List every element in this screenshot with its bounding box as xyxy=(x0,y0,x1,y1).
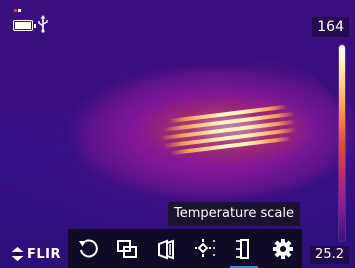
recording-indicator-icon xyxy=(14,9,21,12)
color-palette-button[interactable] xyxy=(150,233,182,265)
picture-in-picture-button[interactable] xyxy=(111,233,143,265)
temperature-min-label[interactable]: 25.2 xyxy=(310,246,349,264)
picture-in-picture-icon xyxy=(116,239,137,258)
usb-icon xyxy=(38,15,48,33)
settings-button[interactable] xyxy=(267,233,299,265)
color-palette-icon xyxy=(157,239,174,259)
rotate-icon xyxy=(78,238,98,257)
measurement-spot-button[interactable] xyxy=(189,233,221,265)
rotate-button[interactable] xyxy=(72,233,104,265)
temperature-scale-bar[interactable] xyxy=(339,45,345,241)
flir-logo-icon xyxy=(11,247,24,261)
temperature-scale-button[interactable] xyxy=(228,233,260,268)
flir-logo: FLIR xyxy=(11,246,61,262)
temperature-scale-icon xyxy=(235,238,249,259)
settings-gear-icon xyxy=(272,238,293,259)
bottom-toolbar xyxy=(68,229,302,268)
measurement-spot-icon xyxy=(194,238,215,257)
battery-full-icon xyxy=(13,20,36,31)
tooltip-temperature-scale: Temperature scale xyxy=(168,202,300,226)
temperature-max-label[interactable]: 164 xyxy=(312,17,349,37)
flir-logo-text: FLIR xyxy=(27,246,62,262)
thermal-camera-screen: 164 25.2 Temperature scale FLIR xyxy=(0,0,355,268)
